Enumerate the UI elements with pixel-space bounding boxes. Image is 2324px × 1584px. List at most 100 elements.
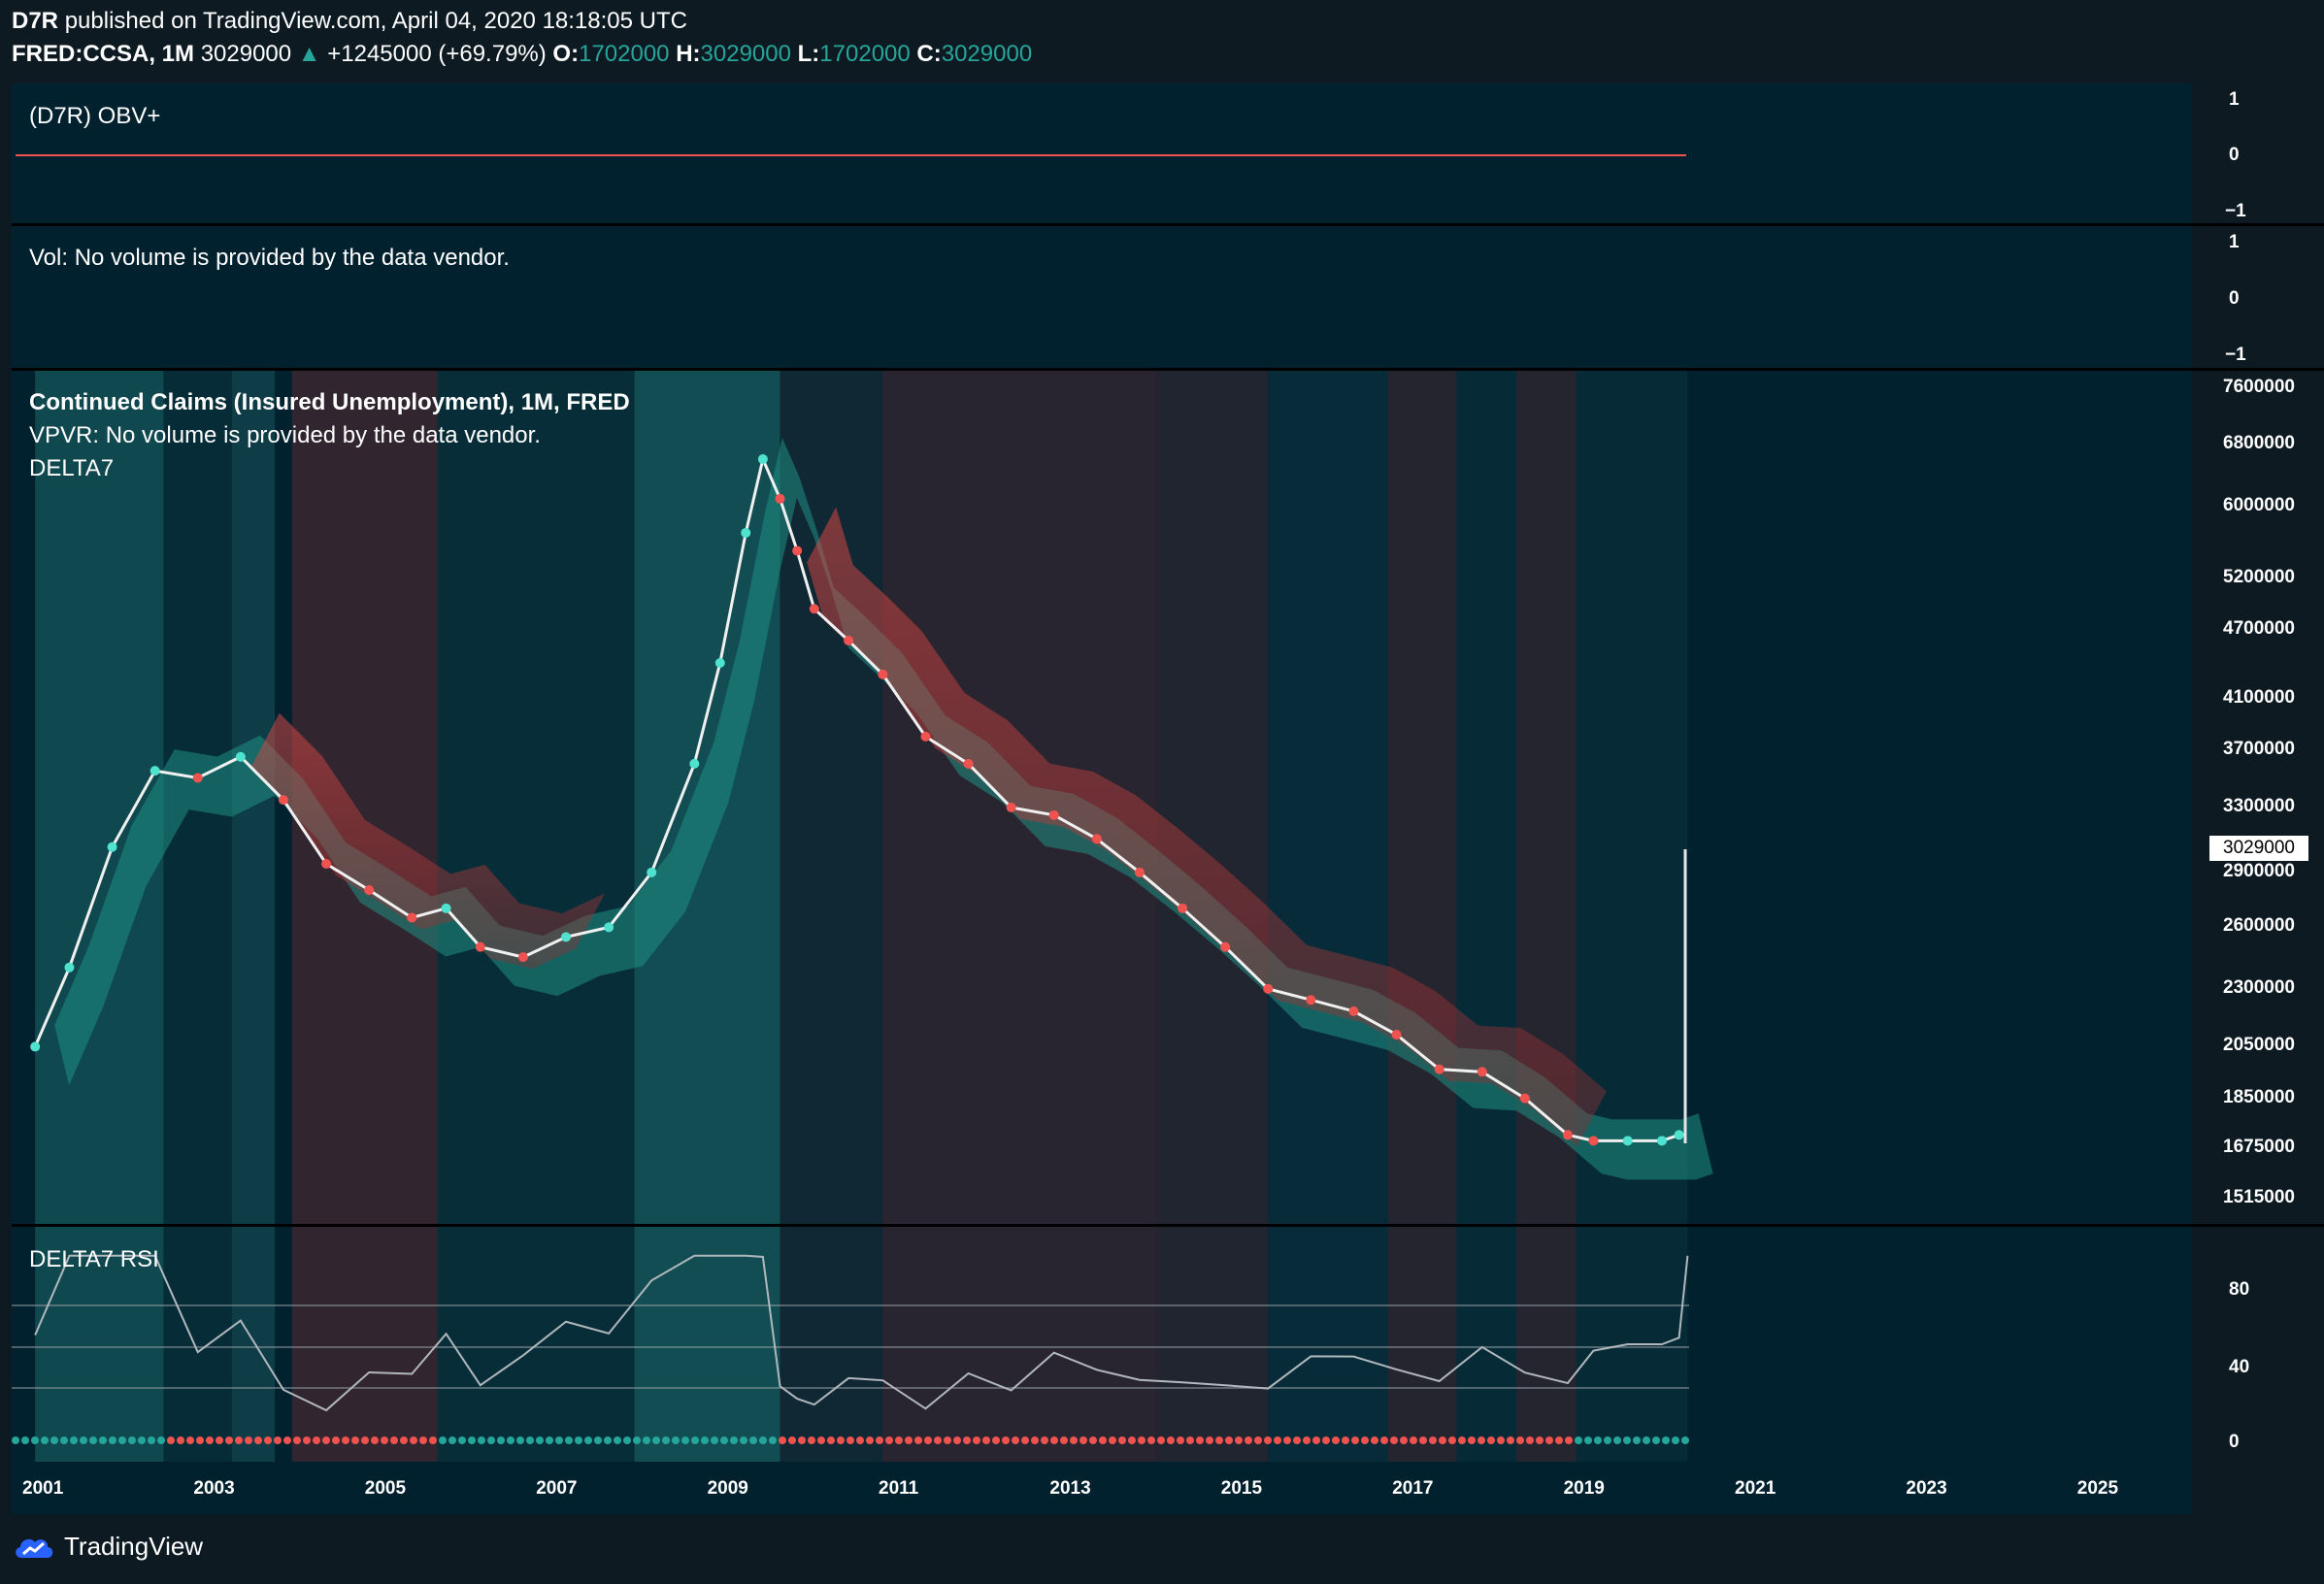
price-point [1263,983,1274,994]
rsi-signal-dot [507,1436,515,1444]
rsi-signal-dot [953,1436,961,1444]
rsi-signal-dot [1041,1436,1048,1444]
rsi-signal-dot [1400,1436,1408,1444]
price-point [441,903,451,913]
price-point [809,604,819,614]
rsi-signal-dot [1050,1436,1058,1444]
obv-pane[interactable] [12,83,2192,223]
price-point [364,884,375,895]
regime-band [882,1227,1157,1462]
rsi-signal-dot [672,1436,680,1444]
price-point [714,657,725,668]
rsi-signal-dot [1167,1436,1175,1444]
rsi-signal-dot [196,1436,204,1444]
rsi-signal-dot [1147,1436,1155,1444]
rsi-title[interactable]: DELTA7 RSI [29,1246,159,1273]
rsi-signal-dot [905,1436,913,1444]
rsi-signal-dot [177,1436,184,1444]
regime-band [1387,371,1457,1224]
price-point [878,669,888,679]
price-point [1178,903,1188,913]
rsi-signal-dot [1264,1436,1272,1444]
time-axis-label: 2005 [364,1478,407,1499]
price-point [149,766,160,776]
obv-scale-label: 1 [2229,89,2240,110]
price-point [1588,1136,1599,1146]
price-axis-label: 1515000 [2223,1187,2295,1207]
tradingview-logo[interactable]: TradingView [12,1532,203,1562]
current-price-tag: 3029000 [2209,836,2308,861]
rsi-signal-dot [419,1436,427,1444]
rsi-signal-dot [1643,1436,1650,1444]
obv-title[interactable]: (D7R) OBV+ [29,103,160,130]
rsi-signal-dot [856,1436,864,1444]
rsi-signal-dot [1070,1436,1078,1444]
vol-scale-label: 1 [2229,232,2240,252]
rsi-signal-dot [497,1436,505,1444]
regime-band [1268,1227,1388,1462]
price-point [1220,941,1231,952]
time-axis-label: 2001 [22,1478,64,1499]
rsi-signal-dot [390,1436,398,1444]
regime-band [291,1227,438,1462]
price-point [1622,1136,1633,1146]
rsi-signal-dot [1662,1436,1670,1444]
price-axis-label: 2050000 [2223,1035,2295,1056]
rsi-scale-label: 80 [2229,1279,2250,1300]
rsi-signal-dot [206,1436,214,1444]
vpvr-text[interactable]: VPVR: No volume is provided by the data … [29,422,541,449]
regime-band [35,371,164,1224]
rsi-signal-dot [963,1436,971,1444]
rsi-signal-dot [982,1436,990,1444]
rsi-signal-dot [1293,1436,1301,1444]
rsi-signal-dot [128,1436,136,1444]
rsi-signal-dot [876,1436,883,1444]
vol-scale-label: 0 [2229,288,2240,309]
price-axis-label: 3300000 [2223,795,2295,816]
price-point [278,795,288,806]
regime-band [1456,1227,1517,1462]
vol-scale-label: −1 [2225,345,2246,365]
price-point [561,932,572,942]
regime-band [1387,1227,1457,1462]
rsi-signal-dot [662,1436,670,1444]
rsi-signal-dot [1215,1436,1223,1444]
rsi-signal-dot [837,1436,845,1444]
regime-band [1268,371,1388,1224]
chart-canvas[interactable] [0,0,2324,1584]
rsi-signal-dot [1672,1436,1679,1444]
rsi-signal-dot [1380,1436,1388,1444]
regime-band [437,371,635,1224]
rsi-signal-dot [623,1436,631,1444]
price-axis-label: 1675000 [2223,1137,2295,1158]
price-point [844,635,854,645]
price-point [517,952,528,963]
rsi-signal-dot [468,1436,476,1444]
rsi-signal-dot [1312,1436,1320,1444]
rsi-signal-dot [1526,1436,1534,1444]
rsi-signal-dot [604,1436,612,1444]
rsi-signal-dot [342,1436,349,1444]
rsi-signal-dot [1516,1436,1524,1444]
rsi-signal-dot [148,1436,155,1444]
delta7-label[interactable]: DELTA7 [29,455,114,482]
rsi-signal-dot [167,1436,175,1444]
rsi-signal-dot [779,1436,786,1444]
price-axis-label: 6000000 [2223,495,2295,516]
time-axis-area[interactable] [12,1462,2192,1514]
rsi-signal-dot [565,1436,573,1444]
rsi-signal-dot [740,1436,747,1444]
price-point [192,773,203,783]
rsi-signal-dot [1254,1436,1262,1444]
rsi-signal-dot [798,1436,806,1444]
volume-title[interactable]: Vol: No volume is provided by the data v… [29,245,510,272]
rsi-signal-dot [313,1436,320,1444]
rsi-signal-dot [332,1436,340,1444]
main-title[interactable]: Continued Claims (Insured Unemployment),… [29,389,630,416]
price-point [475,941,485,952]
rsi-signal-dot [235,1436,243,1444]
rsi-signal-dot [1545,1436,1553,1444]
price-point [321,858,332,869]
obv-scale-label: 0 [2229,145,2240,165]
price-axis-label: 1850000 [2223,1086,2295,1107]
